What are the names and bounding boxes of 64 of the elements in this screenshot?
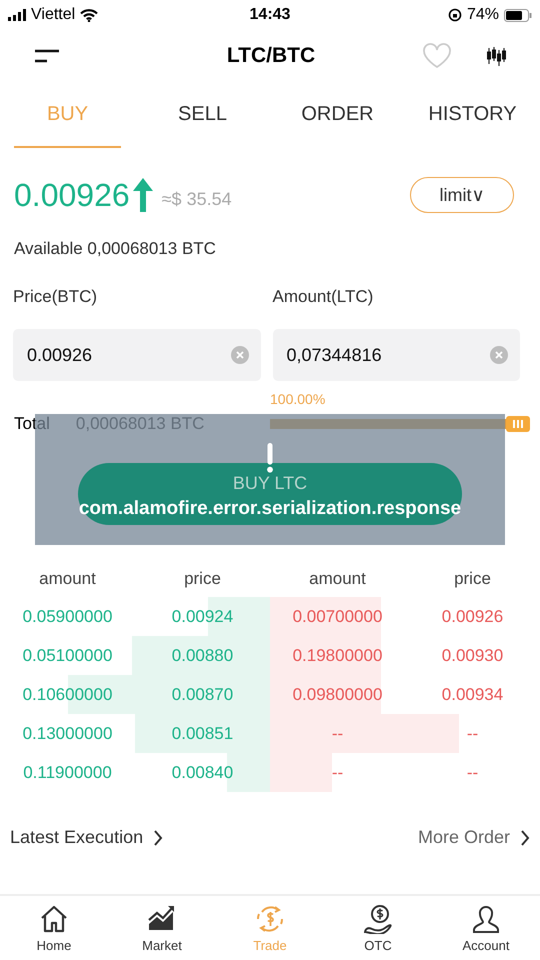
order-amount[interactable]: -- xyxy=(270,762,405,782)
coin-in-hand-icon[interactable] xyxy=(363,904,393,934)
order-amount[interactable]: 0.09800000 xyxy=(270,684,405,704)
input-field[interactable]: 0.00926 xyxy=(13,329,260,381)
order-amount[interactable]: 0.05100000 xyxy=(0,646,135,666)
order-amount[interactable]: 0.13000000 xyxy=(0,724,135,744)
pair-title: LTC/BTC xyxy=(226,44,316,68)
order-amount[interactable]: 0.19800000 xyxy=(270,646,405,666)
menu-icon[interactable] xyxy=(34,48,60,64)
order-amount[interactable]: 0.00700000 xyxy=(270,606,405,626)
order-price[interactable]: 0.00926 xyxy=(405,606,540,626)
person-icon[interactable] xyxy=(471,904,501,934)
fiat-price: ≈$ 35.54 xyxy=(162,188,233,210)
carrier-name: Viettel xyxy=(31,6,76,24)
latest-execution-link[interactable]: Latest Execution xyxy=(10,827,144,848)
last-price: 0.00926 xyxy=(14,176,130,214)
nav-tab[interactable]: Market xyxy=(142,938,182,952)
order-price[interactable]: 0.00870 xyxy=(135,684,270,704)
up-arrow-icon xyxy=(132,177,154,213)
column-header: amount xyxy=(38,569,97,590)
nav-tab[interactable]: Account xyxy=(462,938,510,952)
available-balance: Available 0,00068013 BTC xyxy=(13,238,217,259)
candlestick-icon[interactable] xyxy=(486,46,506,66)
nav-tab[interactable]: Home xyxy=(36,938,72,952)
order-type-dropdown[interactable]: limit∨ xyxy=(410,177,514,213)
home-icon[interactable] xyxy=(39,904,69,934)
order-amount[interactable]: 0.11900000 xyxy=(0,762,135,782)
rotation-lock-icon xyxy=(448,8,462,22)
tab[interactable]: ORDER xyxy=(284,82,391,148)
exclamation-icon xyxy=(266,443,274,473)
order-price[interactable]: 0.00934 xyxy=(405,684,540,704)
order-amount[interactable]: -- xyxy=(270,724,405,744)
column-header: price xyxy=(183,569,222,590)
column-header: price xyxy=(453,569,492,590)
order-price[interactable]: -- xyxy=(405,762,540,782)
order-price[interactable]: 0.00880 xyxy=(135,646,270,666)
signal-icon xyxy=(8,9,26,21)
nav-tab[interactable]: OTC xyxy=(364,938,392,952)
clock-time: 14:43 xyxy=(250,6,290,24)
order-price[interactable]: 0.00840 xyxy=(135,762,270,782)
tab[interactable]: SELL xyxy=(149,82,256,148)
slider-thumb[interactable] xyxy=(506,416,530,432)
battery-icon xyxy=(504,8,532,22)
error-message: com.alamofire.error.serialization.response xyxy=(78,499,462,519)
order-amount[interactable]: 0.10600000 xyxy=(0,684,135,704)
order-amount[interactable]: 0.05900000 xyxy=(0,606,135,626)
order-price[interactable]: 0.00851 xyxy=(135,724,270,744)
wifi-icon xyxy=(80,8,98,22)
order-price[interactable]: 0.00924 xyxy=(135,606,270,626)
battery-percent: 74% xyxy=(466,6,499,24)
percent-reading: 100.00% xyxy=(270,391,326,407)
field-label: Price(BTC) xyxy=(13,287,98,307)
tab[interactable]: BUY xyxy=(14,82,121,148)
nav-tab[interactable]: Trade xyxy=(253,938,287,952)
tab[interactable]: HISTORY xyxy=(419,82,526,148)
chevron-right-icon[interactable] xyxy=(520,830,530,846)
input-field[interactable]: 0,07344816 xyxy=(272,329,520,381)
column-header: amount xyxy=(308,569,367,590)
chevron-right-icon[interactable] xyxy=(153,830,164,846)
more-order-link[interactable]: More Order xyxy=(418,827,510,848)
order-price[interactable]: -- xyxy=(405,724,540,744)
order-price[interactable]: 0.00930 xyxy=(405,646,540,666)
field-label: Amount(LTC) xyxy=(272,287,374,307)
total-label: Total xyxy=(14,414,50,434)
